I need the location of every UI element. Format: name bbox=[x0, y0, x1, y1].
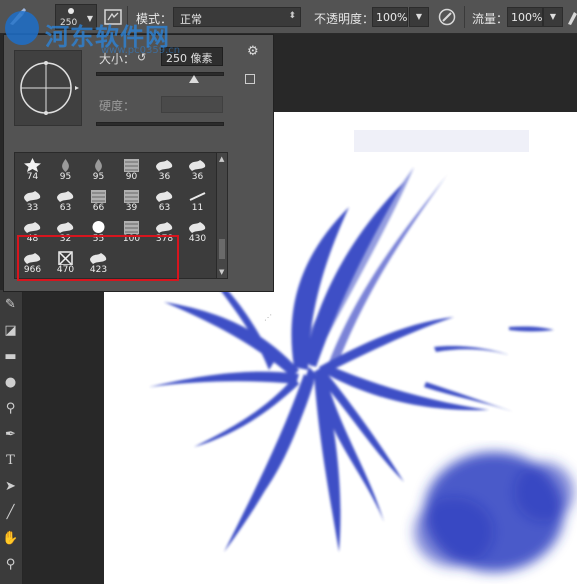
splatter-brush-icon bbox=[189, 160, 206, 171]
scrollbar-thumb[interactable] bbox=[219, 239, 225, 259]
flow-field[interactable]: 100% bbox=[507, 7, 543, 27]
brush-preset-panel: 大小： ↺ 250 像素 ⚙ 硬度： 74 95 95 90 36 36 33 63 66 39 6… bbox=[3, 34, 274, 322]
splatter-brush-icon bbox=[189, 222, 206, 233]
brush-size-number: 39 bbox=[125, 203, 138, 213]
brush-size-number: 74 bbox=[26, 172, 39, 182]
flow-label: 流量： bbox=[472, 12, 509, 26]
watermark-url: www.pc0359.cn bbox=[101, 45, 181, 56]
texture-brush-icon bbox=[124, 159, 139, 172]
new-preset-icon[interactable] bbox=[245, 74, 255, 84]
brush-preset-item[interactable]: 11 bbox=[182, 186, 213, 216]
opacity-value: 100% bbox=[376, 11, 408, 24]
opacity-label: 不透明度： bbox=[314, 12, 375, 26]
brush-size-number: 63 bbox=[59, 203, 72, 213]
brush-size-number: 36 bbox=[158, 172, 171, 182]
round-brush-icon bbox=[92, 221, 105, 233]
splatter-brush-icon bbox=[156, 222, 173, 233]
brush-angle-preview[interactable] bbox=[14, 50, 82, 126]
dodge-tool-icon[interactable]: ⚲ bbox=[2, 400, 19, 417]
history-brush-tool-icon[interactable]: ✎ bbox=[2, 296, 19, 313]
brush-preset-item[interactable]: 430 bbox=[182, 217, 213, 247]
splatter-brush-icon bbox=[24, 191, 41, 202]
gear-icon[interactable]: ⚙ bbox=[247, 44, 259, 59]
brush-angle-crosshair-icon bbox=[20, 61, 79, 115]
eraser-tool-icon[interactable]: ◪ bbox=[2, 322, 19, 339]
brush-preset-item[interactable]: 90 bbox=[116, 155, 147, 185]
brush-size-number: 36 bbox=[191, 172, 204, 182]
chevron-updown-icon: ⬍ bbox=[288, 11, 296, 21]
brush-preset-item[interactable]: 63 bbox=[149, 186, 180, 216]
texture-brush-icon bbox=[124, 221, 139, 234]
brush-size-number: 95 bbox=[92, 172, 105, 182]
stroke-brush-icon bbox=[189, 192, 206, 201]
size-slider-track[interactable] bbox=[96, 72, 224, 76]
brush-size-number: 95 bbox=[59, 172, 72, 182]
separator bbox=[464, 6, 465, 28]
hardness-input bbox=[161, 96, 223, 113]
hand-tool-icon[interactable]: ✋ bbox=[2, 530, 19, 547]
tools-panel: ✎ ◪ ▬ ● ⚲ ✒ T ➤ ╱ ✋ ⚲ bbox=[0, 290, 23, 584]
flow-value: 100% bbox=[511, 11, 543, 24]
blur-tool-icon[interactable]: ● bbox=[2, 374, 19, 391]
pressure-opacity-icon[interactable] bbox=[437, 7, 457, 27]
opacity-dropdown-button[interactable]: ▼ bbox=[409, 7, 429, 27]
brush-preset-item[interactable]: 36 bbox=[182, 155, 213, 185]
hardness-slider-track bbox=[96, 122, 224, 126]
splatter-brush-icon bbox=[57, 222, 74, 233]
opacity-field[interactable]: 100% bbox=[372, 7, 408, 27]
brush-size-number: 63 bbox=[158, 203, 171, 213]
watermark-logo-icon bbox=[5, 11, 39, 45]
brush-preset-item[interactable]: 63 bbox=[50, 186, 81, 216]
type-tool-icon[interactable]: T bbox=[2, 452, 19, 469]
scroll-up-icon[interactable]: ▲ bbox=[219, 155, 224, 163]
brush-size-number: 66 bbox=[92, 203, 105, 213]
splatter-brush-icon bbox=[57, 191, 74, 202]
texture-brush-icon bbox=[124, 190, 139, 203]
brush-preset-item[interactable]: 39 bbox=[116, 186, 147, 216]
splatter-brush-icon bbox=[156, 160, 173, 171]
selection-highlight bbox=[17, 235, 179, 281]
pen-tool-icon[interactable]: ✒ bbox=[2, 426, 19, 443]
line-tool-icon[interactable]: ╱ bbox=[2, 504, 19, 521]
panel-resize-grip-icon[interactable]: ⋰ bbox=[264, 313, 272, 322]
splatter-brush-icon bbox=[24, 222, 41, 233]
soft-drop-brush-icon bbox=[95, 159, 102, 172]
texture-brush-icon bbox=[91, 190, 106, 203]
star-brush-icon bbox=[24, 158, 41, 172]
brush-preset-item[interactable]: 66 bbox=[83, 186, 114, 216]
hardness-label: 硬度： bbox=[99, 99, 136, 113]
path-selection-tool-icon[interactable]: ➤ bbox=[2, 478, 19, 495]
brush-size-number: 11 bbox=[191, 203, 204, 213]
brush-size-number: 430 bbox=[188, 234, 207, 244]
brush-preset-item[interactable]: 36 bbox=[149, 155, 180, 185]
brush-preset-item[interactable]: 74 bbox=[17, 155, 48, 185]
brush-grid-scrollbar[interactable]: ▲ ▼ bbox=[216, 152, 228, 279]
flow-dropdown-button[interactable]: ▼ bbox=[543, 7, 563, 27]
brush-preset-item[interactable]: 95 bbox=[50, 155, 81, 185]
watermark: 河东软件网 www.pc0359.cn bbox=[5, 3, 225, 56]
size-slider-thumb[interactable] bbox=[189, 75, 199, 83]
brush-size-number: 33 bbox=[26, 203, 39, 213]
gradient-tool-icon[interactable]: ▬ bbox=[2, 348, 19, 365]
splatter-brush-icon bbox=[156, 191, 173, 202]
scroll-down-icon[interactable]: ▼ bbox=[219, 268, 224, 276]
brush-preset-item[interactable]: 33 bbox=[17, 186, 48, 216]
brush-preset-item[interactable]: 95 bbox=[83, 155, 114, 185]
airbrush-icon[interactable] bbox=[566, 8, 577, 26]
zoom-tool-icon[interactable]: ⚲ bbox=[2, 556, 19, 573]
soft-drop-brush-icon bbox=[62, 159, 69, 172]
brush-size-number: 90 bbox=[125, 172, 138, 182]
